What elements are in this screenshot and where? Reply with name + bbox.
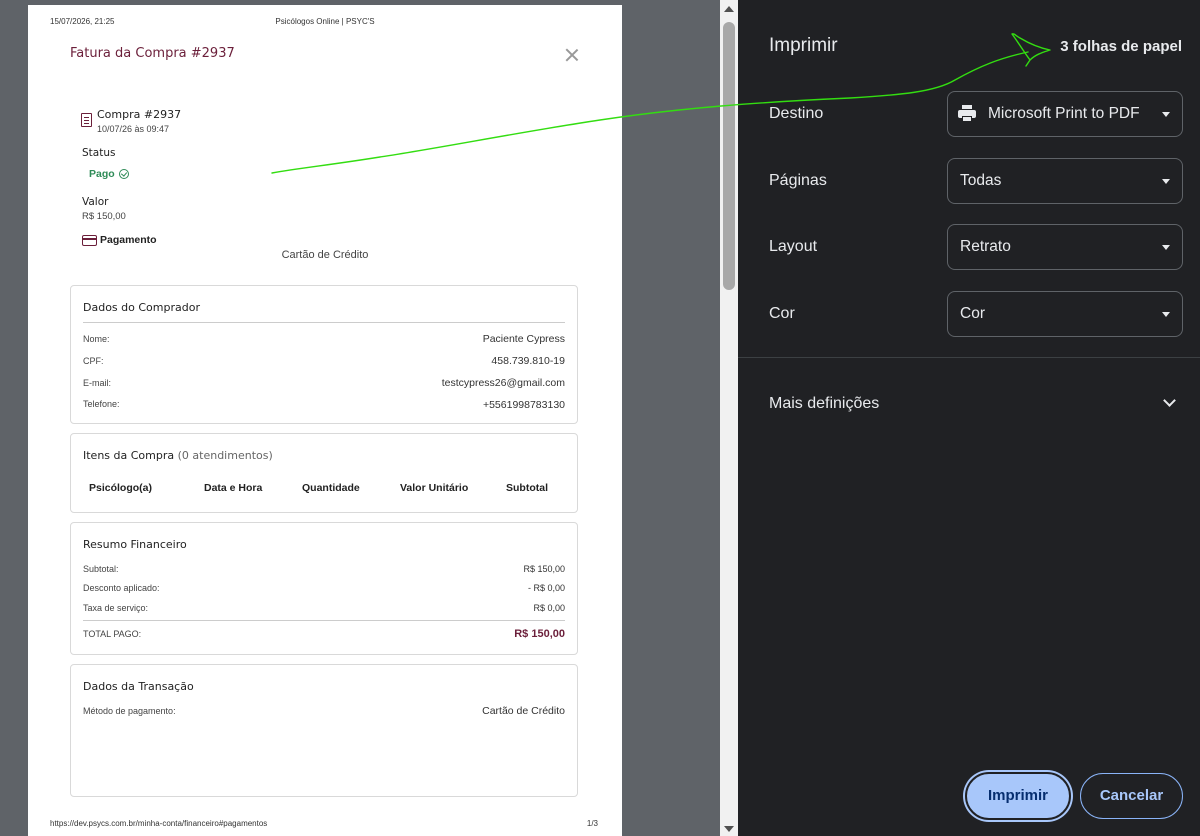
buyer-key: CPF:	[83, 356, 104, 366]
print-button[interactable]: Imprimir	[965, 772, 1071, 820]
color-value: Cor	[960, 305, 985, 322]
items-title: Itens da Compra (0 atendimentos)	[83, 449, 273, 462]
color-select[interactable]: Cor	[947, 291, 1183, 337]
buyer-key: E-mail:	[83, 378, 112, 388]
pages-value: Todas	[960, 172, 1002, 189]
check-circle-icon	[119, 169, 129, 179]
print-preview-area: 15/07/2026, 21:25 Psicólogos Online | PS…	[0, 0, 740, 836]
purchase-date: 10/07/26 às 09:47	[97, 124, 170, 134]
scroll-down-arrow-icon[interactable]	[724, 826, 734, 832]
destination-value: Microsoft Print to PDF	[988, 105, 1140, 122]
buyer-card: Dados do Comprador Nome: Paciente Cypres…	[70, 285, 578, 424]
credit-card-icon	[82, 235, 97, 246]
items-count: (0 atendimentos)	[177, 449, 273, 462]
total-value: R$ 150,00	[514, 628, 565, 640]
pages-label: Páginas	[769, 172, 827, 189]
summary-title: Resumo Financeiro	[83, 538, 187, 551]
column-header: Valor Unitário	[400, 482, 469, 494]
pagamento-label: Pagamento	[100, 234, 157, 246]
panel-divider	[738, 357, 1200, 358]
scrollbar-thumb[interactable]	[723, 22, 735, 290]
page-footer-number: 1/3	[586, 819, 598, 828]
valor-label: Valor	[82, 196, 109, 208]
transaction-title: Dados da Transação	[83, 680, 194, 693]
status-value: Pago	[89, 168, 115, 180]
column-header: Data e Hora	[204, 482, 263, 494]
close-icon	[564, 47, 580, 63]
dropdown-caret-icon	[1162, 312, 1170, 317]
items-title-text: Itens da Compra	[83, 449, 175, 462]
total-label: TOTAL PAGO:	[83, 629, 142, 639]
page-footer-url: https://dev.psycs.com.br/minha-conta/fin…	[50, 819, 268, 828]
buyer-key: Nome:	[83, 334, 110, 344]
summary-value: - R$ 0,00	[527, 583, 565, 593]
summary-key: Desconto aplicado:	[83, 583, 160, 593]
method-value: Cartão de Crédito	[482, 705, 565, 717]
cancel-button[interactable]: Cancelar	[1080, 773, 1183, 819]
scroll-up-arrow-icon[interactable]	[724, 6, 734, 12]
color-label: Cor	[769, 305, 795, 322]
layout-label: Layout	[769, 238, 818, 255]
column-header: Subtotal	[506, 482, 548, 494]
summary-key: Subtotal:	[83, 564, 119, 574]
divider	[83, 322, 565, 323]
dropdown-caret-icon	[1162, 179, 1170, 184]
column-header: Psicólogo(a)	[89, 482, 153, 494]
more-settings-toggle[interactable]: Mais definições	[769, 395, 879, 413]
destination-select[interactable]: Microsoft Print to PDF	[947, 91, 1183, 137]
buyer-value: testcypress26@gmail.com	[441, 377, 565, 389]
buyer-title: Dados do Comprador	[83, 301, 200, 314]
buyer-value: +5561998783130	[482, 399, 565, 411]
buyer-value: 458.739.810-19	[491, 355, 565, 367]
layout-select[interactable]: Retrato	[947, 224, 1183, 270]
invoice-title: Fatura da Compra #2937	[70, 46, 235, 61]
page-header-title: Psicólogos Online | PSYC'S	[275, 17, 375, 26]
layout-value: Retrato	[960, 238, 1011, 255]
divider	[83, 620, 565, 621]
chevron-down-icon[interactable]	[1163, 394, 1176, 407]
items-card: Itens da Compra (0 atendimentos) Psicólo…	[70, 433, 578, 513]
dropdown-caret-icon	[1162, 245, 1170, 250]
panel-title: Imprimir	[769, 35, 838, 56]
pages-select[interactable]: Todas	[947, 158, 1183, 204]
method-label: Método de pagamento:	[83, 706, 176, 716]
summary-value: R$ 150,00	[523, 564, 565, 574]
summary-key: Taxa de serviço:	[83, 603, 149, 613]
preview-page: 15/07/2026, 21:25 Psicólogos Online | PS…	[28, 5, 622, 836]
preview-scrollbar[interactable]	[720, 0, 738, 836]
transaction-card: Dados da Transação Método de pagamento: …	[70, 664, 578, 797]
column-header: Quantidade	[302, 482, 360, 494]
dropdown-caret-icon	[1162, 112, 1170, 117]
pagamento-value: Cartão de Crédito	[281, 249, 369, 261]
buyer-key: Telefone:	[83, 399, 120, 409]
summary-value: R$ 0,00	[533, 603, 565, 613]
destination-label: Destino	[769, 105, 824, 122]
print-settings-panel: Imprimir 3 folhas de papel Destino Micro…	[738, 0, 1200, 836]
buyer-value: Paciente Cypress	[482, 333, 565, 345]
status-label: Status	[82, 147, 116, 159]
printer-icon	[958, 105, 976, 123]
purchase-number: Compra #2937	[97, 108, 182, 121]
sheet-count: 3 folhas de papel	[1060, 38, 1182, 55]
document-icon	[81, 113, 92, 127]
summary-card: Resumo Financeiro Subtotal: R$ 150,00 De…	[70, 522, 578, 655]
valor-value: R$ 150,00	[82, 211, 126, 222]
